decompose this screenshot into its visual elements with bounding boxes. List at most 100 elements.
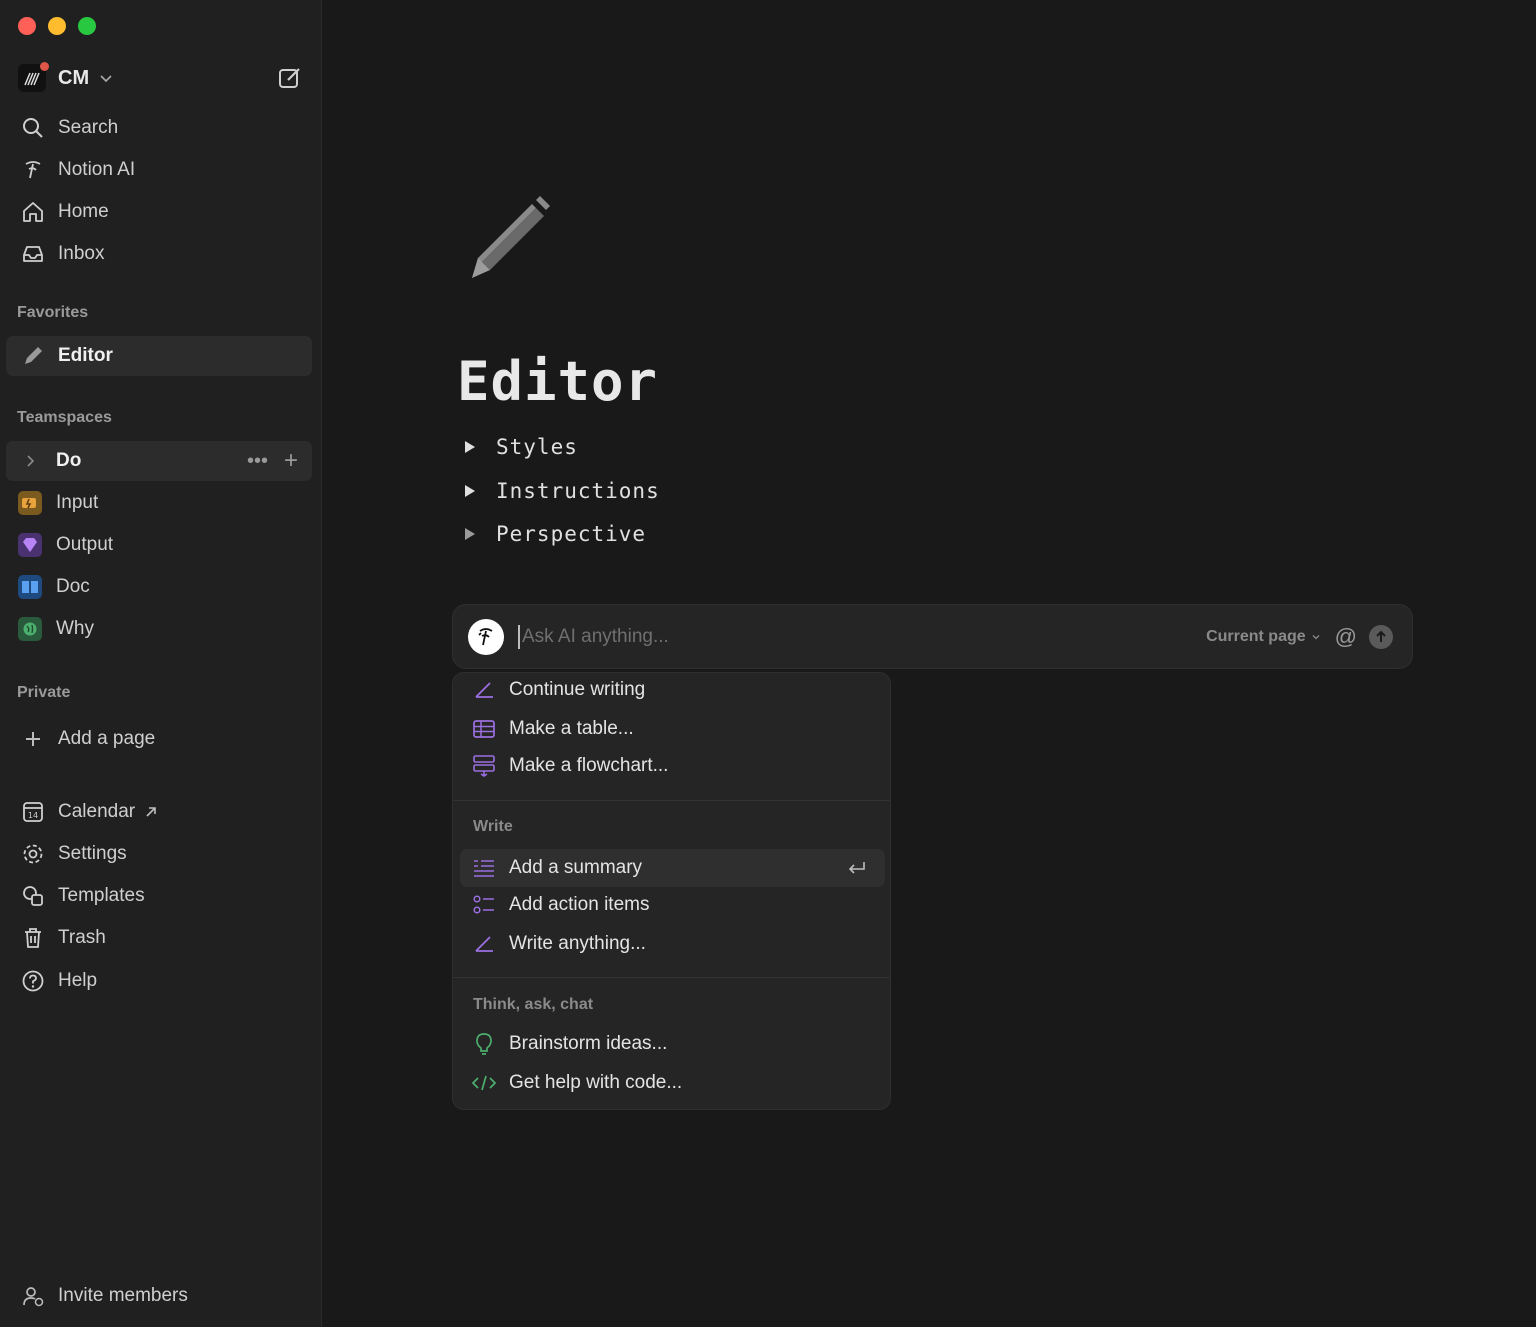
sidebar-item-templates[interactable]: Templates: [6, 876, 312, 916]
sidebar-item-label: Input: [56, 492, 99, 513]
favorites-section-label: Favorites: [17, 304, 89, 321]
mention-button[interactable]: @: [1335, 624, 1357, 650]
notification-dot: [40, 62, 49, 71]
menu-item-label: Get help with code...: [509, 1072, 683, 1093]
sidebar-item-input[interactable]: Input: [6, 483, 312, 523]
flowchart-icon: [472, 754, 496, 778]
sidebar-item-calendar[interactable]: 14 Calendar: [6, 792, 312, 832]
sidebar-item-home[interactable]: Home: [6, 192, 312, 232]
sidebar-item-trash[interactable]: Trash: [6, 918, 312, 958]
gem-icon: [18, 533, 42, 557]
notion-ai-avatar-icon: [468, 618, 504, 655]
sidebar-item-editor[interactable]: Editor: [6, 336, 312, 376]
menu-item-continue-writing[interactable]: Continue writing: [460, 671, 885, 709]
private-section-label: Private: [17, 684, 71, 701]
sidebar-item-do[interactable]: Do ••• +: [6, 441, 312, 481]
sidebar-item-label: Inbox: [58, 243, 105, 264]
menu-section-label-think: Think, ask, chat: [473, 996, 594, 1013]
sidebar-item-label: Output: [56, 534, 114, 555]
menu-item-add-summary[interactable]: Add a summary: [460, 849, 885, 887]
gear-icon: [20, 841, 46, 867]
toggle-label: Instructions: [496, 479, 660, 503]
menu-item-label: Continue writing: [509, 679, 646, 700]
more-options-icon[interactable]: •••: [247, 450, 268, 473]
sidebar-item-label: Do: [56, 450, 82, 471]
context-scope-dropdown[interactable]: Current page: [1206, 628, 1321, 646]
battery-icon: [18, 491, 42, 515]
zoom-window-button[interactable]: [78, 17, 96, 35]
code-icon: [472, 1071, 496, 1095]
close-window-button[interactable]: [18, 17, 36, 35]
new-page-icon[interactable]: [277, 65, 303, 91]
sidebar-item-label: Why: [56, 618, 94, 639]
menu-item-brainstorm-ideas[interactable]: Brainstorm ideas...: [460, 1025, 885, 1063]
help-icon: [20, 968, 46, 994]
toggle-block[interactable]: Styles: [462, 432, 578, 462]
external-link-arrow-icon: [146, 807, 156, 817]
add-page-icon[interactable]: +: [284, 447, 298, 475]
sidebar-item-label: Settings: [58, 843, 127, 864]
ai-prompt-input[interactable]: [518, 624, 1158, 649]
inbox-icon: [20, 241, 46, 267]
invite-members-button[interactable]: Invite members: [6, 1276, 312, 1316]
menu-item-make-table[interactable]: Make a table...: [460, 710, 885, 748]
templates-shapes-icon: [20, 883, 46, 909]
sidebar-item-help[interactable]: Help: [6, 961, 312, 1001]
page-title[interactable]: Editor: [457, 350, 658, 413]
chevron-right-icon[interactable]: [20, 448, 40, 474]
sidebar-item-why[interactable]: Why: [6, 609, 312, 649]
menu-divider: [453, 800, 890, 801]
sidebar-item-label: Help: [58, 970, 98, 991]
toggle-block[interactable]: Instructions: [462, 476, 660, 506]
workspace-switcher[interactable]: CM: [18, 62, 303, 94]
toggle-triangle-icon[interactable]: [465, 485, 475, 497]
sidebar-item-notion-ai[interactable]: Notion AI: [6, 150, 312, 190]
pen-stroke-icon: [472, 932, 496, 956]
sidebar-item-label: Search: [58, 117, 119, 138]
search-icon: [20, 115, 46, 141]
sidebar-item-label: Invite members: [58, 1285, 188, 1306]
sidebar-item-add-page[interactable]: Add a page: [6, 719, 312, 759]
window-controls: [18, 17, 96, 35]
sidebar-item-settings[interactable]: Settings: [6, 834, 312, 874]
minimize-window-button[interactable]: [48, 17, 66, 35]
pencil-icon: [20, 343, 46, 369]
sidebar-item-label: Doc: [56, 576, 90, 597]
plus-icon: [20, 726, 46, 752]
arrow-up-icon: [1376, 630, 1386, 642]
pen-stroke-icon: [472, 678, 496, 702]
menu-item-help-with-code[interactable]: Get help with code...: [460, 1064, 885, 1102]
menu-item-write-anything[interactable]: Write anything...: [460, 925, 885, 963]
teamspaces-section-label: Teamspaces: [17, 409, 112, 426]
sidebar-item-inbox[interactable]: Inbox: [6, 234, 312, 274]
lightbulb-icon: [472, 1032, 496, 1056]
sidebar-item-output[interactable]: Output: [6, 525, 312, 565]
sidebar-item-label: Editor: [58, 345, 113, 366]
toggle-triangle-icon[interactable]: [465, 528, 475, 540]
toggle-label: Perspective: [496, 522, 647, 546]
table-icon: [472, 717, 496, 741]
send-button[interactable]: [1369, 624, 1393, 649]
calendar-icon: 14: [20, 799, 46, 825]
chevron-down-icon: [100, 75, 112, 83]
sidebar-item-label: Templates: [58, 885, 145, 906]
sidebar-item-search[interactable]: Search: [6, 108, 312, 148]
add-person-icon: [20, 1283, 46, 1309]
toggle-triangle-icon[interactable]: [465, 441, 475, 453]
checklist-icon: [472, 893, 496, 917]
menu-divider: [453, 977, 890, 978]
sidebar-item-label: Calendar: [58, 801, 136, 822]
enter-key-icon: [848, 862, 865, 874]
menu-item-add-action-items[interactable]: Add action items: [460, 886, 885, 924]
ai-suggestions-menu: Continue writing Make a table... Make a …: [452, 672, 891, 1110]
workspace-logo-icon: [24, 72, 40, 86]
sidebar-item-label: Notion AI: [58, 159, 136, 180]
svg-text:14: 14: [28, 811, 38, 820]
toggle-block[interactable]: Perspective: [462, 519, 646, 549]
page-icon-pencil-icon[interactable]: [464, 196, 554, 287]
menu-item-make-flowchart[interactable]: Make a flowchart...: [460, 747, 885, 785]
sidebar-item-doc[interactable]: Doc: [6, 567, 312, 607]
menu-section-label-write: Write: [473, 818, 513, 835]
sidebar-item-label: Home: [58, 201, 109, 222]
menu-item-label: Write anything...: [509, 933, 646, 954]
